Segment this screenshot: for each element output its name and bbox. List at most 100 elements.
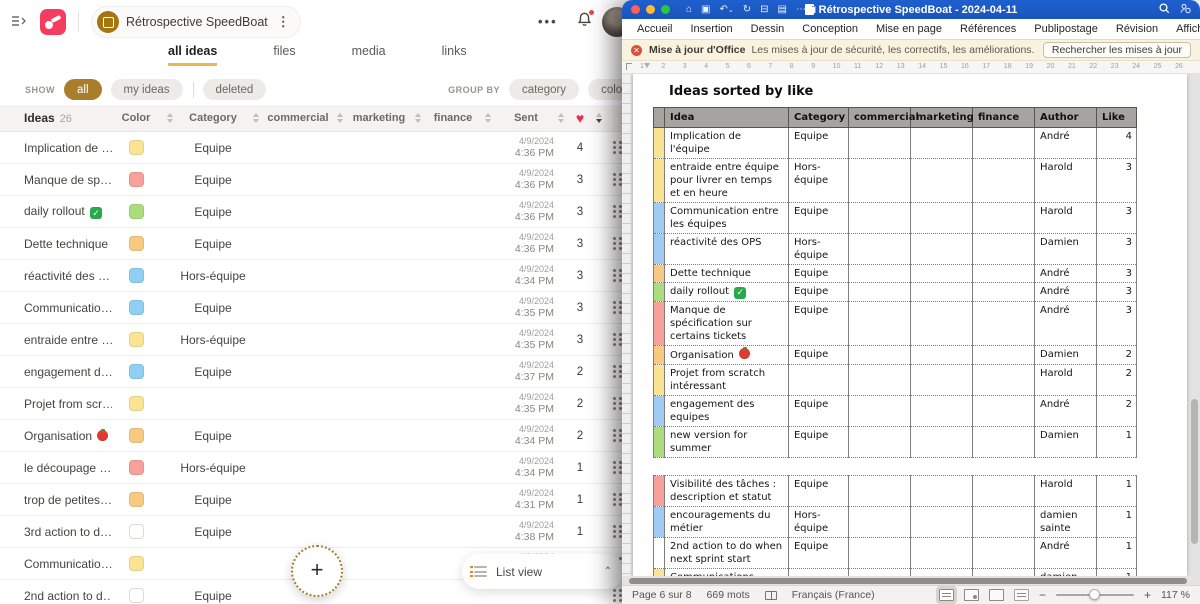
save-icon[interactable]: ▣ (701, 5, 710, 15)
ribbon-tab-références[interactable]: Références (951, 23, 1025, 35)
page-count[interactable]: Page 6 sur 8 (632, 589, 692, 601)
search-icon[interactable] (1159, 1, 1170, 19)
sent-cell: 4/9/20244:36 PM (498, 232, 554, 255)
word-table-row[interactable]: daily rollout ✓EquipeAndré3 (654, 283, 1137, 302)
check-updates-button[interactable]: Rechercher les mises à jour (1043, 42, 1191, 58)
sent-sort-icon[interactable] (554, 113, 568, 123)
vertical-scrollbar[interactable] (1191, 399, 1198, 544)
word-table-row[interactable]: encouragements du métierHors-équipedamie… (654, 507, 1137, 538)
zoom-slider[interactable] (1056, 594, 1134, 596)
ruler-number: 13 (897, 63, 905, 70)
board-pill[interactable]: Rétrospective SpeedBoat ⋮ (91, 6, 301, 38)
tab-files[interactable]: files (273, 44, 295, 66)
outline-view-icon[interactable] (989, 589, 1004, 601)
ribbon-tab-insertion[interactable]: Insertion (681, 23, 741, 35)
idea-row[interactable]: entraide entre …Hors-équipe4/9/20244:35 … (0, 324, 648, 356)
idea-row[interactable]: Manque de sp…Equipe4/9/20244:36 PM3 (0, 164, 648, 196)
horizontal-ruler[interactable]: 1234567891011121314151617181920212223242… (622, 61, 1200, 74)
ribbon-tab-révision[interactable]: Révision (1107, 23, 1167, 35)
tab-links[interactable]: links (442, 44, 467, 66)
ribbon-tab-conception[interactable]: Conception (793, 23, 867, 35)
word-table-row[interactable]: engagement des equipesEquipeAndré2 (654, 396, 1137, 427)
word-table-row[interactable]: new version for summerEquipeDamien1 (654, 427, 1137, 458)
likes-sort-icon[interactable] (592, 113, 606, 123)
undo-icon[interactable]: ↶⌄ (720, 5, 734, 15)
print-icon[interactable]: ⊟ (760, 5, 768, 15)
word-count[interactable]: 669 mots (707, 589, 750, 601)
horizontal-scrollbar[interactable] (622, 576, 1200, 585)
ribbon-tab-accueil[interactable]: Accueil (628, 23, 681, 35)
print-layout-view-icon[interactable] (939, 589, 954, 601)
account-icon[interactable] (1180, 1, 1191, 19)
word-table-row[interactable]: Visibilité des tâches : description et s… (654, 476, 1137, 507)
word-table-row[interactable]: réactivité des OPSHors-équipeDamien3 (654, 234, 1137, 265)
word-color-cell (654, 128, 665, 159)
show-pill-deleted[interactable]: deleted (203, 79, 267, 100)
idea-row[interactable]: trop de petites…Equipe4/9/20244:31 PM1 (0, 484, 648, 516)
word-table-row[interactable]: 2nd action to do when next sprint startE… (654, 538, 1137, 569)
zoom-window-button[interactable] (661, 5, 670, 14)
show-pill-my-ideas[interactable]: my ideas (111, 79, 183, 100)
ribbon-tab-affichage[interactable]: Affichage (1167, 23, 1200, 35)
group-pill-category[interactable]: category (509, 79, 579, 100)
zoom-slider-thumb[interactable] (1089, 589, 1100, 600)
more-commands-icon[interactable]: ⋯ (796, 5, 806, 15)
ribbon-tab-publipostage[interactable]: Publipostage (1025, 23, 1107, 35)
indent-marker-icon[interactable] (644, 63, 650, 68)
draft-view-icon[interactable] (1014, 589, 1029, 601)
word-table-row[interactable]: Manque de spécification sur certains tic… (654, 302, 1137, 346)
ribbon-tab-mise-en-page[interactable]: Mise en page (867, 23, 951, 35)
word-table-row[interactable]: Communication entre les équipesEquipeHar… (654, 203, 1137, 234)
word-table-row[interactable]: Organisation EquipeDamien2 (654, 346, 1137, 365)
word-table-row[interactable]: Implication de l'équipeEquipeAndré4 (654, 128, 1137, 159)
tab-media[interactable]: media (352, 44, 386, 66)
list-view-toggle[interactable]: List view ⌃ (462, 554, 624, 589)
add-idea-button[interactable]: + (291, 545, 343, 597)
vertical-ruler[interactable] (622, 74, 632, 576)
idea-row[interactable]: 3rd action to d…Equipe4/9/20244:38 PM1 (0, 516, 648, 548)
word-table-row[interactable]: Dette techniqueEquipeAndré3 (654, 265, 1137, 283)
app-logo-icon[interactable] (40, 9, 66, 35)
notebook-icon[interactable]: ▤ (778, 5, 787, 15)
sidebar-toggle-icon[interactable] (10, 14, 36, 31)
proofing-icon[interactable] (765, 591, 777, 600)
category-sort-icon[interactable] (246, 113, 266, 123)
chevron-up-icon[interactable]: ⌃ (604, 566, 612, 577)
web-layout-view-icon[interactable] (964, 589, 979, 601)
redo-icon[interactable]: ↻ (743, 5, 751, 15)
idea-row[interactable]: daily rollout ✓Equipe4/9/20244:36 PM3 (0, 196, 648, 228)
notifications-bell-icon[interactable] (576, 11, 593, 33)
document-page[interactable]: Ideas sorted by like IdeaCategorycommerc… (633, 74, 1187, 576)
close-button[interactable] (631, 5, 640, 14)
more-options-button[interactable]: ••• (538, 14, 558, 29)
idea-row[interactable]: Communicatio…Equipe4/9/20244:35 PM3 (0, 292, 648, 324)
zoom-in-button[interactable]: + (1144, 589, 1151, 601)
color-sort-icon[interactable] (160, 113, 180, 123)
ruler-number: 23 (1111, 63, 1119, 70)
word-table-row[interactable]: Projet from scratch intéressantHarold2 (654, 365, 1137, 396)
update-close-icon[interactable]: ✕ (631, 45, 642, 56)
word-table-row[interactable]: Communications entre l'équipe malgré la … (654, 569, 1137, 577)
sent-time: 4:34 PM (498, 435, 554, 448)
idea-row[interactable]: Dette techniqueEquipe4/9/20244:36 PM3 (0, 228, 648, 260)
idea-row[interactable]: Implication de …Equipe4/9/20244:36 PM4 (0, 132, 648, 164)
idea-row[interactable]: le découpage …Hors-équipe4/9/20244:34 PM… (0, 452, 648, 484)
idea-row[interactable]: engagement d…Equipe4/9/20244:37 PM2 (0, 356, 648, 388)
finance-sort-icon[interactable] (478, 113, 498, 123)
language-indicator[interactable]: Français (France) (792, 589, 875, 601)
home-icon[interactable]: ⌂ (686, 5, 692, 15)
idea-row[interactable]: Projet from scr…4/9/20244:35 PM2 (0, 388, 648, 420)
tab-selector-icon[interactable] (626, 63, 632, 70)
idea-row[interactable]: réactivité des …Hors-équipe4/9/20244:34 … (0, 260, 648, 292)
horizontal-scrollbar-thumb[interactable] (629, 578, 1187, 584)
show-pill-all[interactable]: all (64, 79, 102, 100)
zoom-out-button[interactable]: − (1039, 589, 1046, 601)
tab-all-ideas[interactable]: all ideas (168, 44, 217, 66)
board-menu-icon[interactable]: ⋮ (275, 14, 292, 30)
idea-row[interactable]: Organisation Equipe4/9/20244:34 PM2 (0, 420, 648, 452)
commercial-sort-icon[interactable] (330, 113, 350, 123)
ribbon-tab-dessin[interactable]: Dessin (742, 23, 794, 35)
word-table-row[interactable]: entraide entre équipe pour livrer en tem… (654, 159, 1137, 203)
minimize-button[interactable] (646, 5, 655, 14)
marketing-sort-icon[interactable] (408, 113, 428, 123)
